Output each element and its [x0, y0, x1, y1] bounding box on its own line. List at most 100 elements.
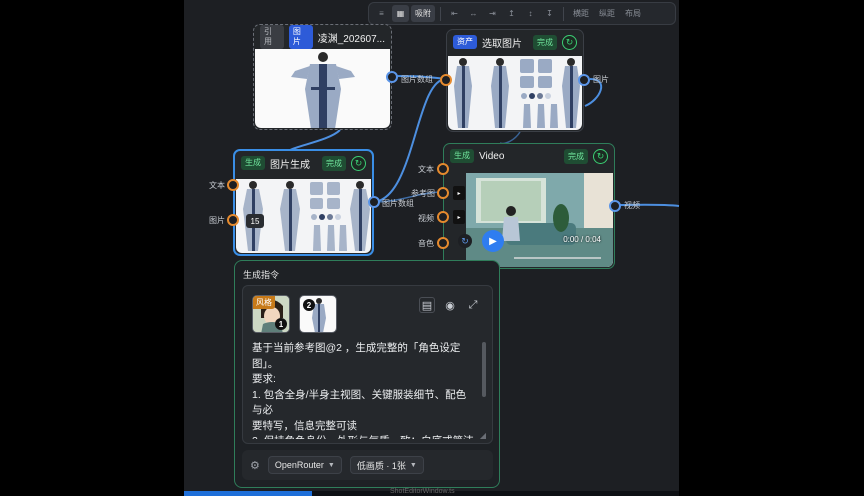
- quote-tag: 引用: [260, 25, 284, 49]
- video-progress-bar[interactable]: [514, 257, 601, 259]
- snap-button[interactable]: 吸附: [411, 5, 435, 22]
- input-port-image-array[interactable]: [440, 74, 452, 86]
- character-figure-image: [291, 52, 355, 128]
- image-count-badge: 15: [246, 214, 264, 228]
- port-label-video: 视频: [418, 214, 434, 223]
- input-port-audio[interactable]: [437, 237, 449, 249]
- generation-command-panel[interactable]: 生成指令 风格 1 2 ▤ ◉ ⤢ 基于当前参考图@2 ，生成完整的「角色设定 …: [234, 260, 500, 488]
- port-label-reference: 参考图: [411, 189, 435, 198]
- reference-thumbnail-2[interactable]: 2: [299, 295, 337, 333]
- align-right-icon[interactable]: ⇥: [484, 5, 501, 22]
- node-title: 选取图片: [482, 38, 522, 50]
- input-port-text[interactable]: [437, 163, 449, 175]
- vertical-spacing-button[interactable]: 纵距: [595, 5, 619, 22]
- character-sheet-preview: [448, 56, 582, 130]
- toolbar-divider: [563, 6, 564, 21]
- align-center-horizontal-icon[interactable]: ↔: [465, 5, 482, 22]
- port-label-image-array: 图片数组: [401, 75, 433, 84]
- chevron-down-icon: ▼: [409, 461, 417, 469]
- port-label-text: 文本: [209, 181, 225, 190]
- port-label-audio: 音色: [418, 239, 434, 248]
- chevron-down-icon: ▼: [327, 461, 335, 469]
- node-title: Video: [479, 150, 505, 162]
- layout-button[interactable]: 布局: [621, 5, 645, 22]
- document-icon[interactable]: ▤: [419, 297, 435, 313]
- settings-icon[interactable]: ⚙: [250, 459, 260, 472]
- generate-tag: 生成: [450, 149, 474, 163]
- right-black-margin: [679, 0, 864, 496]
- model-select[interactable]: OpenRouter ▼: [267, 456, 342, 474]
- play-button[interactable]: ▶: [482, 230, 504, 252]
- reference-badge: 1: [275, 318, 287, 330]
- input-port-image[interactable]: [227, 214, 239, 226]
- menu-icon[interactable]: ≡: [373, 5, 390, 22]
- style-tag: 风格: [253, 296, 275, 309]
- input-port-reference[interactable]: [437, 187, 449, 199]
- refresh-icon[interactable]: ↻: [593, 148, 608, 164]
- canvas-toolbar: ≡ ▦ 吸附 ⇤ ↔ ⇥ ↥ ↕ ↧ 横距 纵距 布局: [368, 2, 676, 25]
- expand-icon[interactable]: ⤢: [465, 297, 481, 313]
- image-generation-node[interactable]: 生成 图片生成 完成 ↻ 15: [227, 149, 380, 256]
- resize-handle-icon[interactable]: ◢: [480, 431, 486, 440]
- align-top-icon[interactable]: ↥: [503, 5, 520, 22]
- output-port-video[interactable]: [609, 200, 621, 212]
- reference-badge: 2: [303, 299, 315, 311]
- node-header: 资产 选取图片 完成 ↻: [447, 30, 583, 54]
- reference-image-node[interactable]: 引用 图片 凌渊_202607...: [253, 24, 398, 130]
- status-badge: 完成: [564, 148, 588, 164]
- pick-image-node[interactable]: 资产 选取图片 完成 ↻: [440, 29, 590, 132]
- eye-icon[interactable]: ◉: [442, 297, 458, 313]
- prompt-text[interactable]: 基于当前参考图@2 ，生成完整的「角色设定 图」。 要求: 1. 包含全身/半身…: [252, 341, 474, 439]
- node-header: 生成 图片生成 完成 ↻: [235, 151, 372, 175]
- refresh-icon[interactable]: ↻: [562, 34, 577, 50]
- quality-select-value: 低画质 · 1张: [356, 460, 406, 471]
- status-badge: 完成: [533, 34, 557, 50]
- horizontal-spacing-button[interactable]: 横距: [569, 5, 593, 22]
- video-duration: 0:00 / 0:04: [563, 235, 601, 244]
- video-frame-image: [466, 173, 613, 267]
- reference-image-preview: [255, 49, 390, 128]
- node-title: 图片生成: [270, 159, 310, 171]
- taskbar-file-label: ShotEditorWindow.ts: [390, 488, 455, 495]
- generate-tag: 生成: [241, 156, 265, 170]
- asset-tag: 资产: [453, 35, 477, 49]
- reference-thumbnail-1[interactable]: 风格 1: [252, 295, 290, 333]
- input-port-text[interactable]: [227, 179, 239, 191]
- output-port-image[interactable]: [578, 74, 590, 86]
- status-badge: 完成: [322, 155, 346, 171]
- input-port-video[interactable]: [437, 211, 449, 223]
- node-header: 引用 图片 凌渊_202607...: [254, 25, 391, 49]
- video-frame-icon[interactable]: ▸: [453, 210, 465, 224]
- model-select-value: OpenRouter: [274, 460, 324, 470]
- character-sheet-image: [454, 58, 580, 128]
- output-port[interactable]: [386, 71, 398, 83]
- quality-select[interactable]: 低画质 · 1张 ▼: [349, 456, 424, 474]
- port-label-image-array: 图片数组: [382, 199, 414, 208]
- output-port-image-array[interactable]: [368, 196, 380, 208]
- taskbar: ShotEditorWindow.ts: [184, 488, 679, 496]
- port-label-text: 文本: [418, 165, 434, 174]
- node-header: 生成 Video 完成 ↻: [444, 144, 614, 168]
- video-frame-icon[interactable]: ▸: [453, 186, 465, 200]
- generated-image-preview: 15: [236, 179, 371, 253]
- command-footer: ⚙ OpenRouter ▼ 低画质 · 1张 ▼: [242, 450, 493, 480]
- video-preview[interactable]: 0:00 / 0:04: [466, 173, 613, 267]
- toolbar-divider: [440, 6, 441, 21]
- left-black-margin: [0, 0, 184, 496]
- port-label-video-output: 视频: [624, 201, 640, 210]
- prompt-editor[interactable]: 风格 1 2 ▤ ◉ ⤢ 基于当前参考图@2 ，生成完整的「角色设定 图」。 要…: [242, 285, 493, 444]
- replay-icon[interactable]: ↻: [458, 234, 472, 248]
- prompt-scrollbar[interactable]: [482, 342, 486, 397]
- image-tag: 图片: [288, 25, 313, 49]
- align-bottom-icon[interactable]: ↧: [541, 5, 558, 22]
- grid-icon[interactable]: ▦: [392, 5, 409, 22]
- align-middle-vertical-icon[interactable]: ↕: [522, 5, 539, 22]
- port-label-image: 图片: [593, 75, 609, 84]
- taskbar-active-item[interactable]: [184, 491, 312, 496]
- port-label-image: 图片: [209, 216, 225, 225]
- node-title: 凌渊_202607...: [317, 33, 385, 45]
- refresh-icon[interactable]: ↻: [351, 155, 366, 171]
- panel-title: 生成指令: [243, 270, 280, 280]
- align-left-icon[interactable]: ⇤: [446, 5, 463, 22]
- video-node[interactable]: 生成 Video 完成 ↻ 0:00 / 0:04 ▶ ▸ ▸ ↻: [437, 143, 621, 269]
